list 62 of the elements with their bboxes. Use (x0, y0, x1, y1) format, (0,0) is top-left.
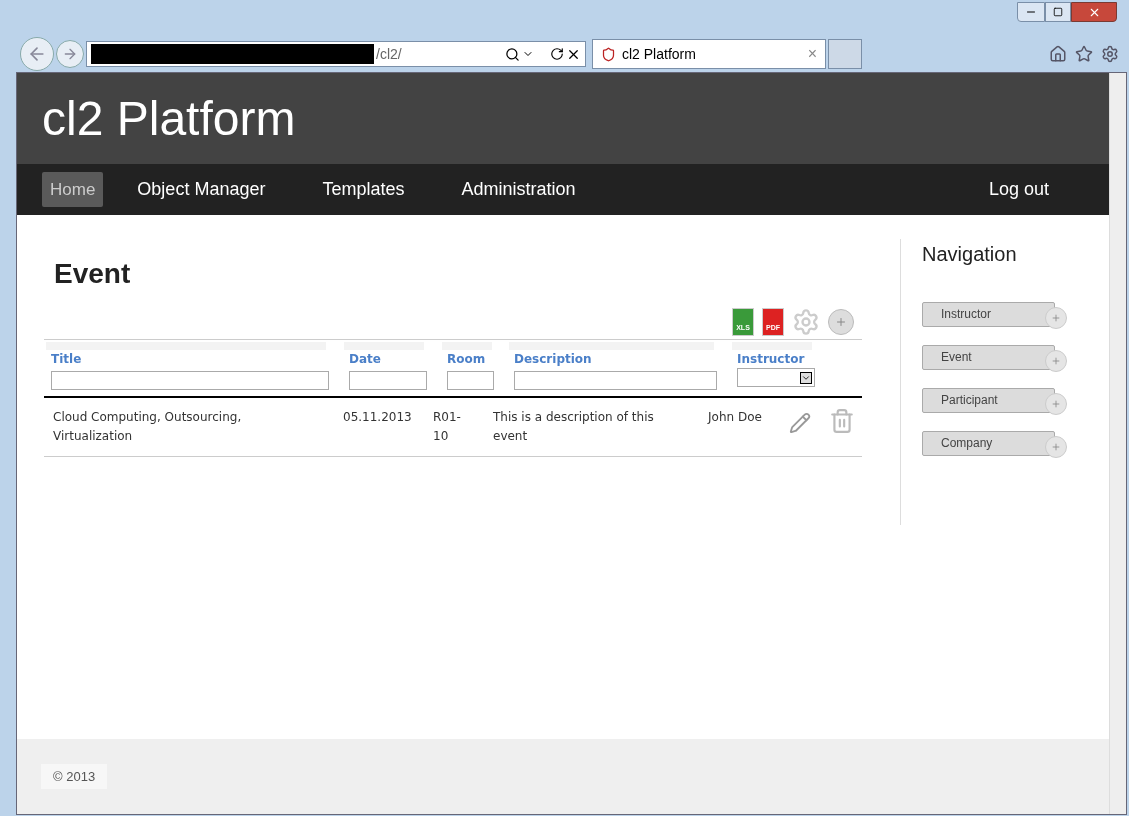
column-header[interactable]: Instructor (732, 350, 820, 368)
plus-icon (835, 316, 847, 328)
column-header[interactable]: Room (442, 350, 499, 368)
nav-link[interactable]: Home (42, 171, 104, 208)
sidebar-item[interactable]: Company (922, 430, 1055, 456)
table-cell-text: Cloud Computing, Outsourcing, Virtualization (52, 409, 243, 445)
column-header[interactable]: Description (509, 350, 722, 368)
tab-close[interactable]: × (807, 42, 817, 66)
plus-icon (1051, 356, 1061, 366)
scrollbar[interactable] (1109, 73, 1126, 814)
column-header[interactable]: Title (46, 350, 334, 368)
caret-icon (800, 371, 812, 384)
plus-icon (1051, 313, 1061, 323)
logout-link[interactable]: Log out (988, 176, 1049, 203)
copyright-text: © 2013 (41, 763, 108, 790)
site-title: cl2 Platform (42, 90, 296, 147)
arrow-right-icon (62, 46, 78, 62)
refresh-icon[interactable] (550, 47, 564, 61)
forward-button[interactable] (56, 40, 84, 68)
gear-icon[interactable] (792, 308, 820, 336)
nav-link[interactable]: Object Manager (137, 176, 266, 203)
nav-link[interactable]: Templates (322, 176, 405, 203)
shield-icon (601, 46, 616, 62)
star-icon[interactable] (1075, 45, 1093, 63)
sidebar-item[interactable]: Instructor (922, 301, 1055, 327)
delete-icon[interactable] (829, 408, 855, 434)
back-button[interactable] (20, 37, 54, 71)
plus-icon (1051, 399, 1061, 409)
browser-tab[interactable]: cl2 Platform × (592, 39, 826, 69)
filter-field[interactable] (514, 370, 717, 390)
close-button[interactable] (1071, 2, 1117, 22)
edit-icon[interactable] (789, 412, 811, 434)
address-text: /cl2/ (376, 44, 402, 64)
filter-field[interactable] (51, 370, 329, 390)
maximize-button[interactable] (1045, 2, 1071, 22)
table-cell-text: This is a description of this event (492, 409, 655, 445)
sidebar-item[interactable]: Participant (922, 387, 1055, 413)
add-button[interactable] (1045, 436, 1067, 458)
table-cell-text: R01-10 (432, 409, 462, 445)
filter-field[interactable] (447, 370, 494, 390)
column-header[interactable]: Date (344, 350, 432, 368)
add-button[interactable] (1045, 307, 1067, 329)
sidebar-title: Navigation (922, 242, 1018, 267)
filter-dropdown[interactable] (737, 368, 815, 387)
search-icon[interactable] (505, 46, 520, 62)
plus-icon (1051, 442, 1061, 452)
add-button[interactable] (1045, 393, 1067, 415)
table-cell-text: 05.11.2013 (342, 409, 413, 426)
tab-title: cl2 Platform (622, 44, 697, 64)
nav-link[interactable]: Administration (461, 176, 576, 203)
new-tab-button[interactable] (828, 39, 862, 69)
maximize-icon (1053, 7, 1063, 17)
table-cell-text: John Doe (706, 409, 763, 426)
sidebar-item[interactable]: Event (922, 344, 1055, 370)
settings-icon[interactable] (1101, 45, 1119, 63)
address-bar[interactable]: /cl2/ (86, 41, 586, 67)
add-button[interactable] (828, 309, 854, 335)
filter-field[interactable] (349, 370, 427, 390)
minimize-button[interactable] (1017, 2, 1045, 22)
page-heading: Event (54, 257, 132, 291)
add-button[interactable] (1045, 350, 1067, 372)
home-icon[interactable] (1049, 45, 1067, 63)
